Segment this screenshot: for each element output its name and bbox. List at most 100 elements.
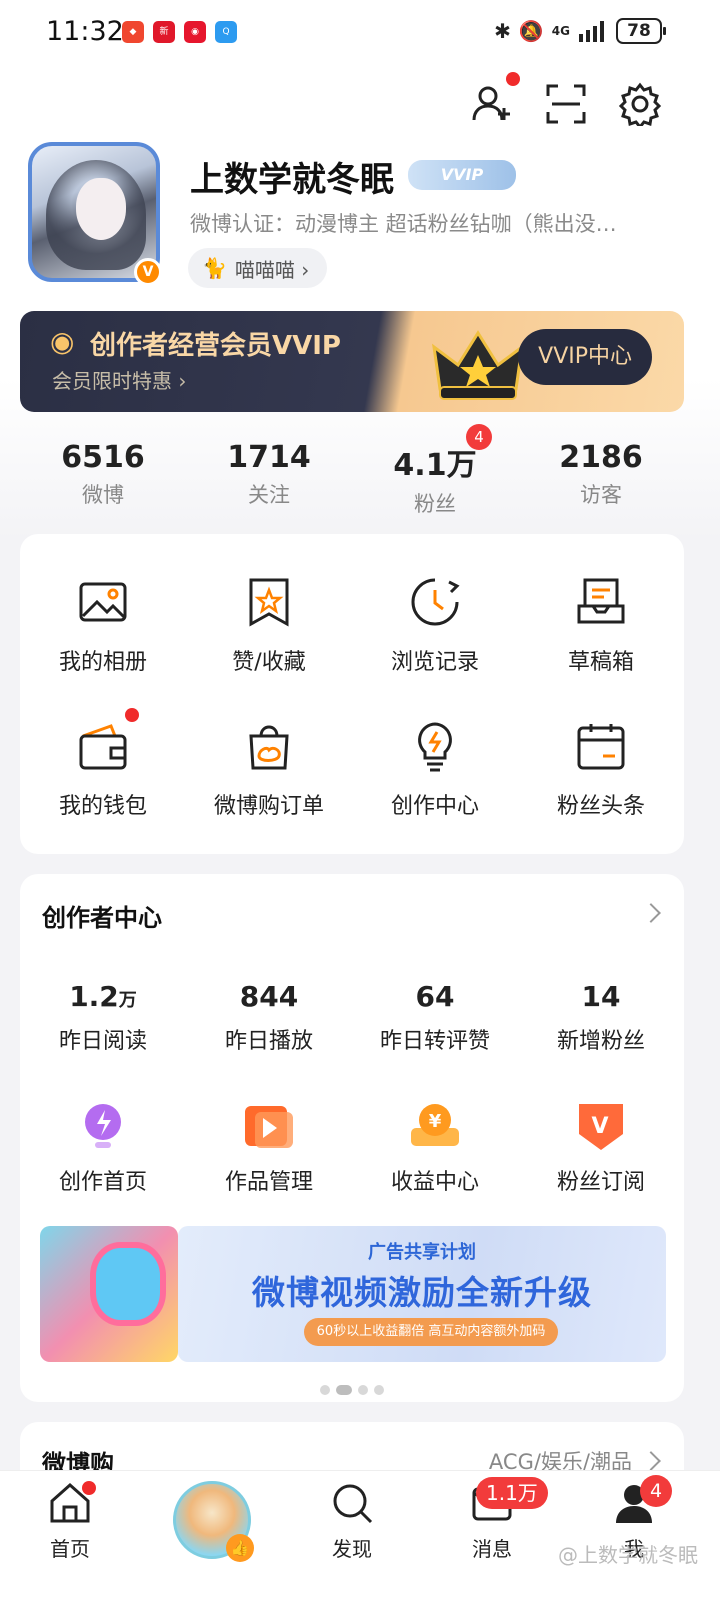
tool-label: 粉丝订阅: [556, 1170, 645, 1195]
nav-discover[interactable]: 发现: [292, 1481, 412, 1562]
ad-banner-prev[interactable]: [40, 1226, 178, 1362]
nav-discover-label: 发现: [332, 1537, 372, 1561]
tool-subscribe[interactable]: V 粉丝订阅: [518, 1100, 684, 1196]
chevron-right-icon[interactable]: [641, 903, 661, 923]
grid-item-label: 我的相册: [58, 650, 147, 675]
stat-followers-label: 粉丝: [414, 492, 456, 516]
stat-posts[interactable]: 6516 微博: [20, 440, 186, 509]
creator-center-card: 创作者中心 1.2万 昨日阅读 844 昨日播放 64 昨日转评赞 14 新增粉…: [20, 874, 684, 1402]
notification-dot: [506, 72, 520, 86]
stat-visitors[interactable]: 2186 访客: [518, 440, 684, 509]
nav-messages[interactable]: 1.1万 消息: [432, 1477, 552, 1562]
search-icon: [333, 1484, 373, 1524]
grid-item-creation[interactable]: 创作中心: [352, 720, 518, 820]
notification-dot: [125, 708, 139, 722]
watermark: @上数学就冬眠: [558, 1543, 698, 1567]
vvip-banner[interactable]: ◉ 创作者经营会员VVIP 会员限时特惠 › VVIP中心: [20, 311, 684, 412]
status-bar: 11:32 ◆ 新 ◉ Q ✱ 🔕 4G 78: [0, 0, 720, 64]
tool-label: 创作首页: [58, 1170, 147, 1195]
tool-label: 作品管理: [224, 1170, 313, 1195]
verification-text[interactable]: 微博认证：动漫博主 超话粉丝钻咖（熊出没…: [190, 208, 670, 238]
wallet-icon: [77, 708, 139, 772]
grid-item-orders[interactable]: 微博购订单: [186, 720, 352, 820]
battery-indicator: 78: [616, 18, 666, 44]
weibo-logo-icon: ◉: [50, 325, 75, 358]
cc-stat-label: 新增粉丝: [556, 1029, 645, 1054]
stat-followers[interactable]: 4.1万 粉丝 4: [352, 424, 518, 518]
profile-name[interactable]: 上数学就冬眠: [190, 152, 394, 201]
grid-item-label: 赞/收藏: [232, 650, 306, 675]
tool-works[interactable]: 作品管理: [186, 1100, 352, 1196]
cc-stat-number: 844: [239, 980, 299, 1013]
grid-item-label: 微博购订单: [213, 794, 324, 819]
grid-item-fan-headlines[interactable]: 粉丝头条: [518, 720, 684, 820]
grid-item-label: 草稿箱: [567, 650, 634, 675]
vip-tag[interactable]: VVIP: [408, 160, 516, 190]
cat-icon: 🐈: [202, 256, 227, 280]
svg-text:V: V: [591, 1114, 608, 1139]
creation-home-icon: [77, 1100, 129, 1152]
creator-center-title[interactable]: 创作者中心: [42, 898, 162, 933]
vvip-center-button[interactable]: VVIP中心: [518, 329, 652, 385]
stat-following[interactable]: 1714 关注: [186, 440, 352, 509]
grid-item-label: 粉丝头条: [556, 794, 645, 819]
chevron-right-icon[interactable]: [641, 1451, 661, 1471]
shopping-bag-icon: [243, 720, 295, 772]
cc-stat-unit: 万: [118, 990, 137, 1011]
cc-stat-engagement[interactable]: 64 昨日转评赞: [352, 980, 518, 1055]
cc-stat-label: 昨日阅读: [58, 1029, 147, 1054]
stat-posts-value: 6516: [61, 440, 145, 475]
stat-visitors-label: 访客: [580, 483, 622, 507]
svg-text:¥: ¥: [429, 1111, 442, 1132]
news-icon: 新: [153, 21, 175, 43]
verified-badge-icon: V: [134, 258, 162, 286]
grid-item-label: 浏览记录: [390, 650, 479, 675]
ad-banner[interactable]: 广告共享计划 微博视频激励全新升级 60秒以上收益翻倍 高互动内容额外加码: [178, 1226, 666, 1362]
network-label: 4G: [551, 24, 570, 38]
grid-item-history[interactable]: 浏览记录: [352, 576, 518, 676]
works-icon: [243, 1100, 295, 1152]
carousel-dot[interactable]: [320, 1385, 330, 1395]
cc-stat-reads[interactable]: 1.2万 昨日阅读: [20, 980, 186, 1055]
cc-stat-number: 1.2: [69, 980, 119, 1013]
scan-icon[interactable]: [544, 82, 588, 126]
tool-label: 收益中心: [390, 1170, 479, 1195]
cc-stat-number: 14: [581, 980, 621, 1013]
bluetooth-icon: ✱: [494, 19, 511, 43]
ad-subtitle: 广告共享计划: [368, 1242, 476, 1263]
add-friend-icon[interactable]: [470, 72, 520, 126]
status-time: 11:32: [46, 16, 124, 47]
ad-headline: 微博视频激励全新升级: [252, 1273, 592, 1312]
grid-item-wallet[interactable]: 我的钱包: [20, 708, 186, 820]
stat-followers-value: 4.1万: [393, 448, 477, 483]
crown-icon: [432, 330, 524, 400]
stat-posts-label: 微博: [82, 483, 124, 507]
notification-dot: [82, 1481, 96, 1495]
browser-icon: Q: [215, 21, 237, 43]
carousel-dot[interactable]: [374, 1385, 384, 1395]
cc-stat-plays[interactable]: 844 昨日播放: [186, 980, 352, 1055]
features-card: 我的相册 赞/收藏 浏览记录 草稿箱 我的钱包 微博购订单 创作中心 粉丝头条: [20, 534, 684, 854]
carousel-dot-active[interactable]: [336, 1385, 352, 1395]
ad-pill: 60秒以上收益翻倍 高互动内容额外加码: [304, 1318, 558, 1346]
group-chip-label: 喵喵喵 ›: [234, 257, 310, 282]
thumb-up-icon: 👍: [226, 1534, 254, 1562]
tool-income[interactable]: ¥ 收益中心: [352, 1100, 518, 1196]
income-icon: ¥: [409, 1100, 461, 1152]
settings-icon[interactable]: [618, 82, 662, 130]
nav-avatar[interactable]: 👍: [152, 1481, 272, 1562]
messages-badge: 1.1万: [476, 1477, 548, 1509]
nav-home[interactable]: 首页: [10, 1481, 130, 1562]
grid-item-favorites[interactable]: 赞/收藏: [186, 576, 352, 676]
subscribe-icon: V: [575, 1100, 627, 1152]
grid-item-drafts[interactable]: 草稿箱: [518, 576, 684, 676]
cc-stat-new-fans[interactable]: 14 新增粉丝: [518, 980, 684, 1055]
status-indicators: ✱ 🔕 4G 78: [494, 18, 666, 44]
tool-creation-home[interactable]: 创作首页: [20, 1100, 186, 1196]
avatar-face: [76, 178, 126, 240]
carousel-dot[interactable]: [358, 1385, 368, 1395]
avatar[interactable]: V: [20, 128, 168, 288]
grid-item-label: 创作中心: [390, 794, 479, 819]
group-chip[interactable]: 🐈 喵喵喵 ›: [188, 248, 328, 288]
grid-item-album[interactable]: 我的相册: [20, 576, 186, 676]
